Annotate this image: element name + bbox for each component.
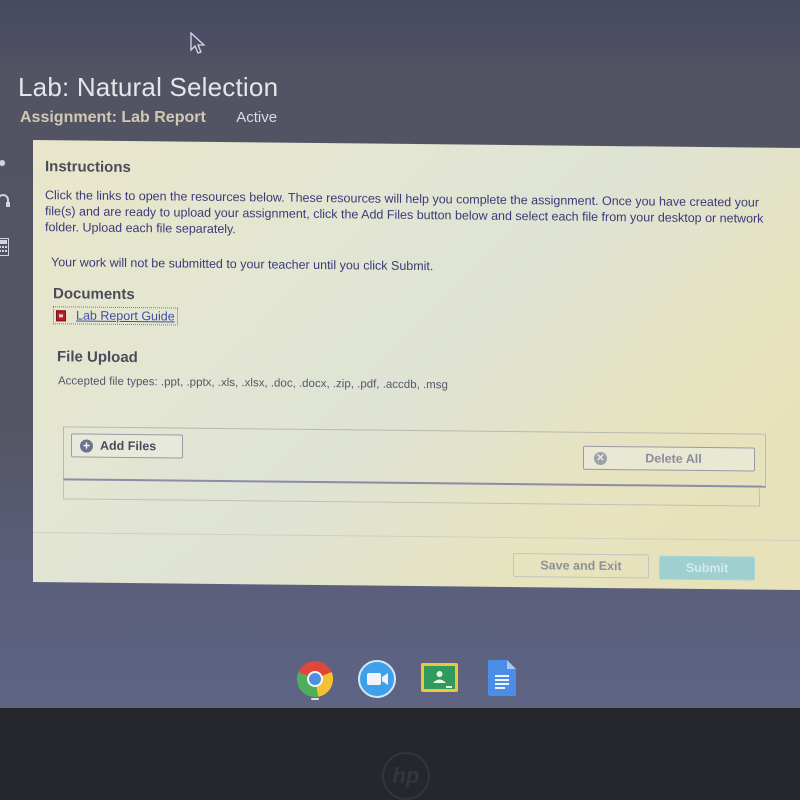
google-classroom-icon[interactable]: [421, 663, 458, 692]
add-files-button[interactable]: + Add Files: [71, 433, 183, 459]
instructions-text: Click the links to open the resources be…: [45, 188, 764, 237]
add-files-label: Add Files: [100, 438, 157, 454]
accepted-file-types: Accepted file types: .ppt, .pptx, .xls, …: [58, 374, 448, 391]
calculator-icon[interactable]: [0, 238, 9, 256]
plus-circle-icon: +: [80, 438, 93, 453]
headphones-icon[interactable]: [0, 192, 10, 208]
delete-all-label: Delete All: [645, 451, 702, 467]
delete-all-button[interactable]: ✕ Delete All: [583, 445, 755, 472]
active-app-indicator: [311, 698, 319, 700]
submit-button[interactable]: Submit: [659, 555, 755, 581]
submit-notice: Your work will not be submitted to your …: [51, 255, 434, 274]
pdf-icon: [56, 309, 66, 321]
mouse-cursor-icon: [190, 32, 206, 54]
taskbar-shelf: [0, 650, 800, 706]
google-docs-icon[interactable]: [488, 660, 516, 696]
instructions-heading: Instructions: [45, 158, 131, 177]
chrome-icon[interactable]: [296, 660, 334, 698]
documents-heading: Documents: [53, 285, 135, 304]
close-circle-icon: ✕: [594, 451, 607, 465]
footer-divider: [33, 532, 800, 542]
screen: Lab: Natural Selection Assignment: Lab R…: [0, 0, 800, 710]
save-and-exit-button[interactable]: Save and Exit: [513, 553, 649, 579]
assignment-row: Assignment: Lab Report Active: [20, 109, 277, 127]
side-rail: ●: [0, 150, 30, 280]
assignment-panel: Instructions Click the links to open the…: [33, 140, 800, 591]
lab-report-guide-link[interactable]: Lab Report Guide: [53, 306, 178, 326]
status-badge: Active: [236, 109, 278, 126]
page-title: Lab: Natural Selection: [18, 72, 279, 102]
dot-icon[interactable]: ●: [0, 154, 6, 170]
hp-logo: hp: [382, 752, 430, 800]
file-upload-heading: File Upload: [57, 347, 138, 366]
doc-link-label: Lab Report Guide: [76, 308, 175, 324]
zoom-icon[interactable]: [358, 660, 396, 698]
browser-top-bar: [0, 0, 800, 40]
assignment-label: Assignment: Lab Report: [20, 109, 206, 126]
